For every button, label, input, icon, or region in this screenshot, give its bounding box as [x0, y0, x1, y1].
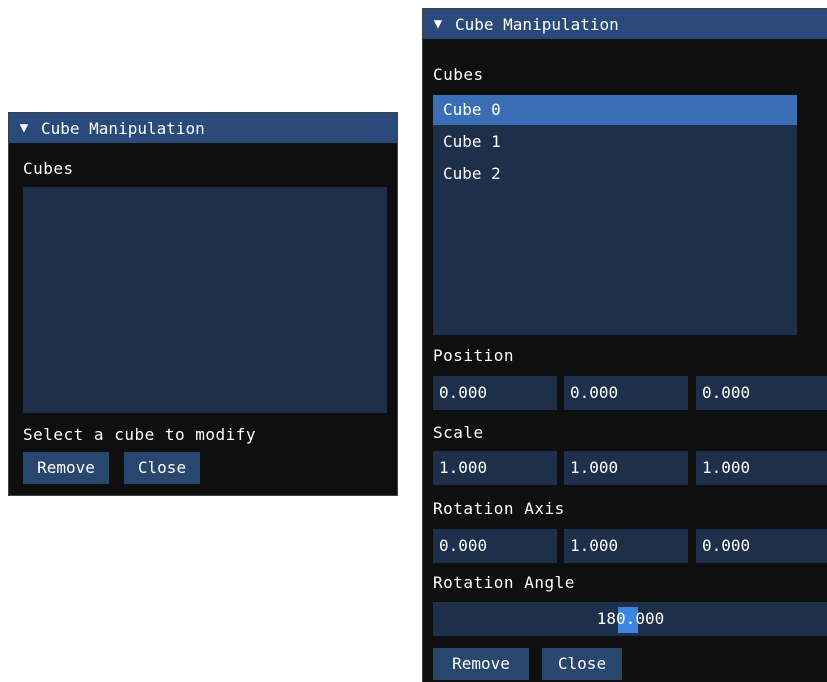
- cubes-listbox[interactable]: Cube 0 Cube 1 Cube 2: [433, 95, 797, 335]
- position-y-field[interactable]: 0.000: [564, 376, 688, 410]
- rotation-angle-value: 180.000: [596, 609, 665, 628]
- close-button[interactable]: Close: [542, 648, 622, 680]
- triangle-down-icon[interactable]: ▼: [429, 16, 447, 32]
- select-cube-hint: Select a cube to modify: [23, 425, 257, 444]
- scale-x-field[interactable]: 1.000: [433, 451, 557, 485]
- position-z-field[interactable]: 0.000: [696, 376, 827, 410]
- rotation-angle-slider[interactable]: 180.000: [433, 602, 827, 636]
- rotation-axis-z-field[interactable]: 0.000: [696, 529, 827, 563]
- position-x-field[interactable]: 0.000: [433, 376, 557, 410]
- rotation-axis-y-field[interactable]: 1.000: [564, 529, 688, 563]
- rotation-angle-label: Rotation Angle: [433, 573, 575, 592]
- list-item-cube-0[interactable]: Cube 0: [433, 95, 797, 125]
- scale-y-field[interactable]: 1.000: [564, 451, 688, 485]
- window-title: Cube Manipulation: [455, 14, 619, 34]
- remove-button[interactable]: Remove: [433, 648, 529, 680]
- close-button[interactable]: Close: [124, 452, 200, 484]
- list-item-cube-1[interactable]: Cube 1: [433, 127, 797, 157]
- cubes-label: Cubes: [23, 159, 74, 178]
- scale-z-field[interactable]: 1.000: [696, 451, 827, 485]
- rotation-axis-label: Rotation Axis: [433, 499, 565, 518]
- triangle-down-icon[interactable]: ▼: [15, 120, 33, 136]
- scale-label: Scale: [433, 423, 484, 442]
- cube-manipulation-window-empty: ▼ Cube Manipulation Cubes Select a cube …: [8, 112, 398, 496]
- window-title: Cube Manipulation: [41, 118, 205, 138]
- remove-button[interactable]: Remove: [23, 452, 109, 484]
- window-title-bar[interactable]: ▼ Cube Manipulation: [423, 9, 827, 39]
- rotation-axis-x-field[interactable]: 0.000: [433, 529, 557, 563]
- window-title-bar[interactable]: ▼ Cube Manipulation: [9, 113, 397, 143]
- position-label: Position: [433, 346, 515, 365]
- cube-manipulation-window: ▼ Cube Manipulation Cubes Cube 0 Cube 1 …: [422, 8, 827, 682]
- cubes-label: Cubes: [433, 65, 484, 84]
- cubes-listbox[interactable]: [23, 187, 387, 413]
- list-item-cube-2[interactable]: Cube 2: [433, 159, 797, 189]
